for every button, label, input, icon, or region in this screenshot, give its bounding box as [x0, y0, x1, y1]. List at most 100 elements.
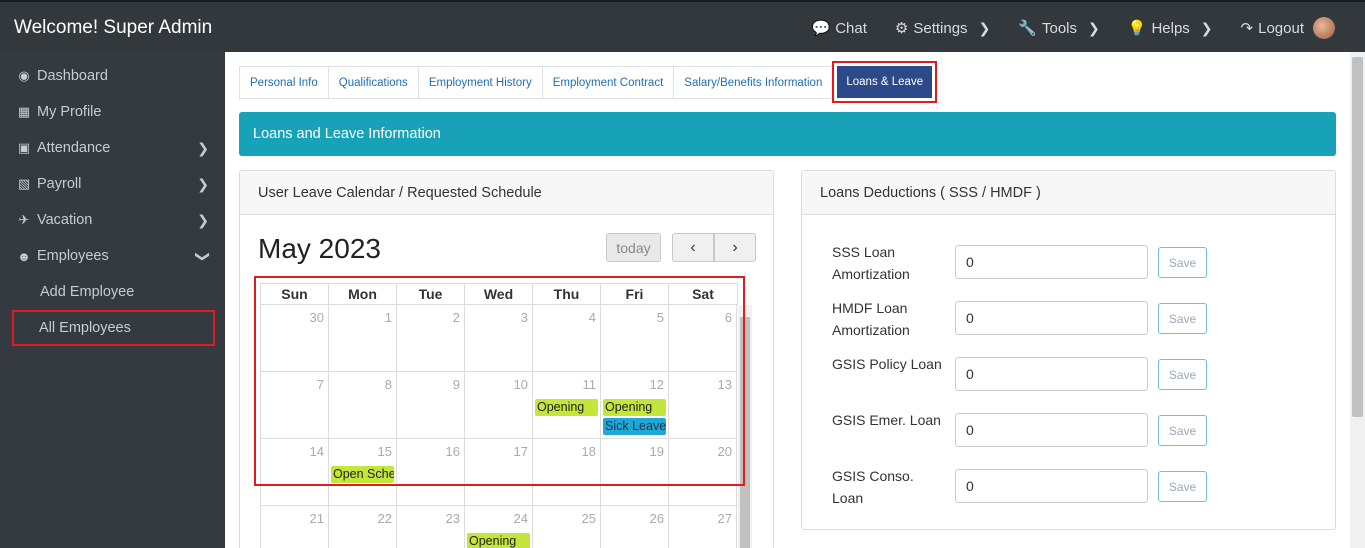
- calendar-event-opening[interactable]: Opening: [467, 533, 530, 548]
- save-button[interactable]: Save: [1158, 359, 1207, 390]
- calendar-day-cell[interactable]: 26: [601, 506, 669, 548]
- tab-qualifications[interactable]: Qualifications: [327, 66, 418, 99]
- settings-menu[interactable]: ⚙ Settings ❯: [894, 19, 991, 38]
- loan-label: SSS Loan Amortization: [832, 244, 910, 282]
- sidebar-item-label: Payroll: [37, 176, 82, 192]
- sidebar-item-dashboard[interactable]: ◉ Dashboard: [0, 58, 225, 94]
- page-scroll-thumb[interactable]: [1352, 57, 1363, 417]
- logout-label: Logout: [1258, 19, 1304, 37]
- chat-icon: 💬: [811, 20, 831, 37]
- sidebar-item-add-employee[interactable]: Add Employee: [0, 274, 225, 310]
- tab-employment-history[interactable]: Employment History: [417, 66, 542, 99]
- page-scrollbar[interactable]: [1350, 52, 1365, 548]
- tab-loans-leave[interactable]: Loans & Leave: [832, 61, 938, 103]
- loan-row-gsis-conso: GSIS Conso. Loan 0 Save: [832, 465, 1312, 509]
- avatar[interactable]: [1313, 17, 1335, 39]
- save-button[interactable]: Save: [1158, 303, 1207, 334]
- sidebar-item-employees[interactable]: ☻ Employees ❯: [0, 238, 225, 274]
- save-button[interactable]: Save: [1158, 471, 1207, 502]
- loan-label: GSIS Policy Loan: [832, 356, 942, 372]
- today-button[interactable]: today: [606, 233, 661, 262]
- next-month-button[interactable]: ›: [714, 233, 756, 262]
- day-number: 27: [717, 511, 732, 526]
- sidebar-item-payroll[interactable]: ▧ Payroll ❯: [0, 166, 225, 202]
- sidebar-item-all-employees[interactable]: All Employees: [12, 310, 215, 346]
- dashboard-icon: ◉: [18, 68, 30, 83]
- calendar-day-cell[interactable]: 25: [533, 506, 601, 548]
- sidebar-item-label: Dashboard: [37, 68, 108, 84]
- day-number: 22: [377, 511, 392, 526]
- loan-row-gsis-emer: GSIS Emer. Loan 0 Save: [832, 409, 1312, 453]
- lightbulb-icon: 💡: [1127, 20, 1147, 37]
- loan-row-hmdf: HMDF Loan Amortization 0 Save: [832, 297, 1312, 341]
- helps-menu[interactable]: 💡 Helps ❯: [1127, 19, 1213, 38]
- sidebar-item-vacation[interactable]: ✈ Vacation ❯: [0, 202, 225, 238]
- tools-menu[interactable]: 🔧 Tools ❯: [1018, 19, 1100, 38]
- calendar-day-cell[interactable]: 23: [397, 506, 465, 548]
- sidebar: ◉ Dashboard ▦ My Profile ▣ Attendance ❯ …: [0, 52, 225, 548]
- tools-label: Tools: [1041, 19, 1078, 37]
- main-content: Personal Info Qualifications Employment …: [225, 52, 1350, 548]
- day-number: 24: [513, 511, 528, 526]
- sidebar-item-my-profile[interactable]: ▦ My Profile: [0, 94, 225, 130]
- users-icon: ☻: [17, 248, 31, 264]
- sidebar-item-attendance[interactable]: ▣ Attendance ❯: [0, 130, 225, 166]
- loans-card-title: Loans Deductions ( SSS / HMDF ): [802, 171, 1335, 215]
- logout-icon: ↷: [1240, 20, 1254, 37]
- chevron-right-icon: ❯: [197, 139, 209, 156]
- day-number: 25: [581, 511, 596, 526]
- chevron-down-icon: ❯: [195, 250, 212, 262]
- loan-row-sss: SSS Loan Amortization 0 Save: [832, 241, 1312, 285]
- save-button[interactable]: Save: [1158, 415, 1207, 446]
- calendar-day-cell[interactable]: 22: [329, 506, 397, 548]
- gsis-policy-loan-input[interactable]: 0: [955, 357, 1148, 391]
- save-button[interactable]: Save: [1158, 247, 1207, 278]
- helps-label: Helps: [1151, 19, 1190, 37]
- gsis-conso-loan-input[interactable]: 0: [955, 469, 1148, 503]
- loans-deductions-card: Loans Deductions ( SSS / HMDF ) SSS Loan…: [801, 170, 1336, 530]
- chevron-right-icon: ❯: [1088, 19, 1100, 36]
- day-number: 23: [445, 511, 460, 526]
- calendar-card-title: User Leave Calendar / Requested Schedule: [240, 171, 773, 215]
- top-nav: 💬 Chat ⚙ Settings ❯ 🔧 Tools ❯ 💡 Helps ❯ …: [812, 17, 1335, 39]
- welcome-title: Welcome! Super Admin: [14, 17, 213, 38]
- id-card-icon: ▦: [17, 104, 31, 119]
- chevron-right-icon: ❯: [1200, 19, 1213, 36]
- settings-label: Settings: [913, 19, 968, 37]
- gsis-emer-loan-input[interactable]: 0: [955, 413, 1148, 447]
- calendar-month-title: May 2023: [258, 233, 381, 264]
- wrench-icon: 🔧: [1018, 20, 1037, 37]
- sidebar-item-label: Vacation: [37, 212, 93, 228]
- calendar-day-cell[interactable]: 27: [669, 506, 737, 548]
- loan-label: GSIS Conso. Loan: [832, 468, 914, 506]
- calendar-week-row: 21 22 23 24 Opening 25 26 27: [260, 506, 738, 548]
- hmdf-loan-input[interactable]: 0: [955, 301, 1148, 335]
- chevron-right-icon: ›: [732, 238, 738, 256]
- chat-link[interactable]: 💬 Chat: [811, 19, 867, 38]
- chevron-right-icon: ❯: [978, 19, 991, 36]
- chevron-left-icon: ‹: [690, 238, 696, 256]
- profile-tabs: Personal Info Qualifications Employment …: [239, 61, 938, 103]
- logout-link[interactable]: ↷ Logout: [1241, 17, 1335, 39]
- calendar-day-cell[interactable]: 24 Opening: [465, 506, 533, 548]
- loan-label: HMDF Loan Amortization: [832, 300, 910, 338]
- calendar-highlight-box: [254, 276, 745, 486]
- tab-employment-contract[interactable]: Employment Contract: [541, 66, 674, 99]
- tab-personal-info[interactable]: Personal Info: [239, 66, 328, 99]
- sidebar-item-label: My Profile: [37, 104, 102, 120]
- calendar-day-cell[interactable]: 21: [261, 506, 329, 548]
- plane-icon: ✈: [18, 212, 30, 227]
- document-icon: ▧: [17, 176, 31, 191]
- tab-salary-benefits[interactable]: Salary/Benefits Information: [673, 66, 833, 99]
- gear-icon: ⚙: [894, 20, 909, 37]
- chevron-right-icon: ❯: [197, 175, 209, 192]
- calendar-icon: ▣: [17, 140, 31, 155]
- leave-calendar-card: User Leave Calendar / Requested Schedule…: [239, 170, 774, 548]
- sss-loan-input[interactable]: 0: [955, 245, 1148, 279]
- sidebar-item-label: Attendance: [37, 140, 111, 156]
- prev-month-button[interactable]: ‹: [672, 233, 714, 262]
- sidebar-item-label: Employees: [37, 248, 109, 264]
- top-bar: Welcome! Super Admin 💬 Chat ⚙ Settings ❯…: [0, 0, 1365, 52]
- day-number: 26: [649, 511, 664, 526]
- chevron-right-icon: ❯: [197, 211, 209, 228]
